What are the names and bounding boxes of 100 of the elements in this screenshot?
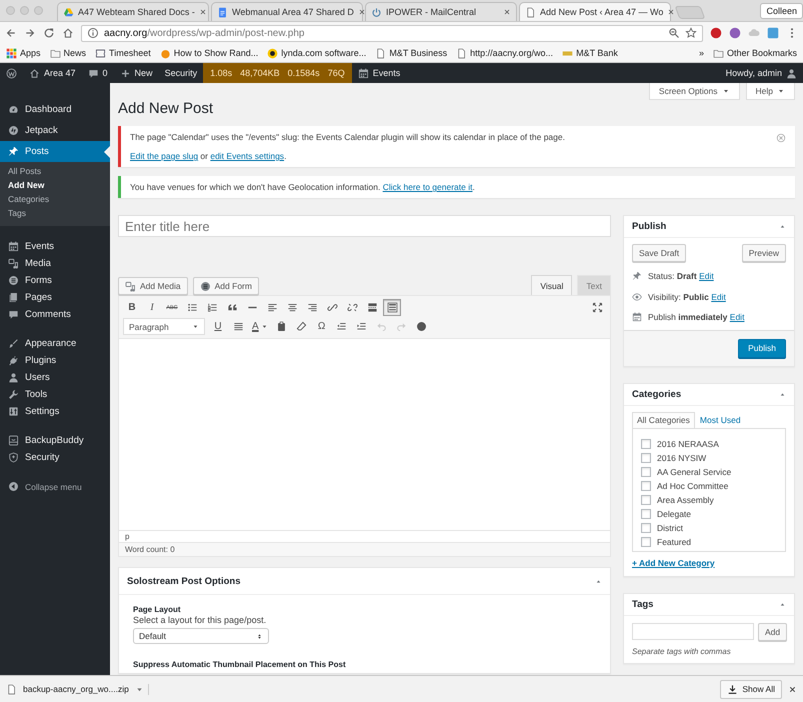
checkbox[interactable]	[641, 452, 651, 462]
plus-icon	[120, 68, 131, 78]
bookmark[interactable]: How to Show Rand...	[160, 48, 258, 58]
category-label: AA General Service	[657, 466, 732, 476]
checkbox[interactable]	[641, 466, 651, 476]
notice-link[interactable]: edit Events settings	[210, 151, 284, 161]
save-draft-button[interactable]: Save Draft	[632, 244, 686, 262]
edit-link[interactable]: Edit	[699, 271, 714, 282]
ticket-icon	[95, 48, 106, 58]
add-category-link[interactable]: + Add New Category	[632, 558, 715, 568]
menu-item[interactable]: Plugins	[0, 352, 110, 369]
category-tab[interactable]: Most Used	[694, 412, 746, 428]
screen-options-button[interactable]: Screen Options	[648, 83, 740, 100]
bookmark[interactable]: M&T Bank	[562, 48, 618, 58]
edit-link[interactable]: Edit	[730, 312, 744, 322]
bookmarks-overflow[interactable]: »	[698, 48, 704, 58]
submenu-item[interactable]: Add New	[0, 178, 110, 192]
collapse-arrow-icon	[779, 600, 786, 608]
browser-tab[interactable]: Webmanual Area 47 Shared D	[211, 2, 363, 21]
comments-link[interactable]: 0	[82, 63, 114, 83]
menu-item[interactable]: Appearance	[0, 335, 110, 352]
help-button[interactable]: Help	[746, 83, 795, 100]
media-button[interactable]: Add Form	[192, 277, 259, 295]
charmap-button[interactable]: Ω	[312, 318, 331, 335]
submenu-item[interactable]: All Posts	[0, 164, 110, 178]
bookmark[interactable]: lynda.com software...	[267, 48, 366, 58]
outdent-icon	[336, 321, 348, 332]
hint-text: Separate tags with commas	[632, 646, 732, 656]
toggle-button[interactable]	[383, 299, 401, 316]
account-link[interactable]: Howdy, admin	[720, 63, 803, 83]
format-dropdown[interactable]: Paragraph	[123, 318, 205, 335]
text-color-button[interactable]: A	[249, 318, 271, 335]
new-link[interactable]: New	[114, 63, 159, 83]
paste-icon	[276, 321, 288, 332]
events-link[interactable]: Events	[352, 63, 406, 83]
site-link[interactable]: Area 47	[23, 63, 82, 83]
bold-button[interactable]: B	[123, 299, 141, 316]
profile-button[interactable]: Colleen	[760, 2, 803, 18]
menu-item[interactable]: Settings	[0, 403, 110, 420]
menu-item[interactable]: BackupBuddy	[0, 432, 110, 449]
menu-item[interactable]: Forms	[0, 272, 110, 289]
apps-grid-icon	[6, 48, 17, 58]
site-icon	[160, 48, 171, 58]
menu-item[interactable]: Media	[0, 255, 110, 272]
menu-item[interactable]: Comments	[0, 306, 110, 323]
power-icon	[371, 6, 382, 18]
bookmark[interactable]: http://aacny.org/wo...	[456, 48, 554, 58]
checkbox[interactable]	[641, 438, 651, 448]
close-icon	[788, 684, 797, 694]
browser-tab[interactable]: Add New Post ‹ Area 47 — Wo	[519, 2, 671, 21]
checkbox[interactable]	[641, 480, 651, 490]
bookmark[interactable]: News	[50, 48, 86, 58]
edit-link[interactable]: Edit	[711, 292, 726, 302]
download-file-name[interactable]: backup-aacny_org_wo....zip	[23, 684, 129, 694]
numbers-icon	[206, 302, 218, 313]
submenu-item[interactable]: Tags	[0, 206, 110, 220]
italic-button[interactable]: I	[143, 299, 161, 316]
media-icon	[8, 258, 19, 269]
menu-item[interactable]: Jetpack	[0, 120, 110, 141]
editor-tab[interactable]: Visual	[531, 275, 572, 295]
menu-item[interactable]: Events	[0, 238, 110, 255]
justify-icon	[232, 321, 244, 332]
security-link[interactable]: Security	[158, 63, 204, 83]
preview-button[interactable]: Preview	[742, 244, 786, 262]
bookmark[interactable]: Timesheet	[95, 48, 151, 58]
collapse-arrow-icon	[779, 390, 786, 398]
bookmark[interactable]: Apps	[6, 48, 41, 58]
category-label: 2016 NYSIW	[657, 452, 706, 462]
menu-item[interactable]: Security	[0, 449, 110, 466]
checkbox[interactable]	[641, 494, 651, 504]
notice-link[interactable]: Click here to generate it	[382, 182, 472, 192]
stat-value: 0.1584s	[288, 68, 320, 78]
underline-button[interactable]: U	[209, 318, 227, 335]
menu-item[interactable]: Tools	[0, 386, 110, 403]
layout-select[interactable]: Default	[133, 628, 269, 644]
checkbox[interactable]	[641, 508, 651, 518]
media-button[interactable]: Add Media	[118, 277, 188, 295]
category-tab[interactable]: All Categories	[632, 412, 695, 428]
menu-item[interactable]: Pages	[0, 289, 110, 306]
browser-tab[interactable]: IPOWER - MailCentral	[365, 2, 517, 21]
field-label: Page Layout	[133, 605, 182, 614]
browser-tab[interactable]: A47 Webteam Shared Docs -	[57, 2, 209, 21]
submenu-item[interactable]: Categories	[0, 192, 110, 206]
bookmark[interactable]: Other Bookmarks	[712, 48, 797, 58]
address-field[interactable]: aacny.org/wordpress/wp-admin/post-new.php	[81, 24, 703, 42]
title-field[interactable]: Enter title here	[118, 215, 611, 237]
checkbox[interactable]	[641, 536, 651, 546]
updown-arrows-icon	[256, 632, 263, 640]
menu-item[interactable]: Users	[0, 369, 110, 386]
show-all-button[interactable]: Show All	[720, 680, 782, 698]
checkbox[interactable]	[641, 522, 651, 532]
notice-link[interactable]: Edit the page slug	[130, 151, 198, 161]
add-tag-button[interactable]: Add	[758, 622, 788, 640]
align-left-icon	[266, 302, 278, 313]
bookmark[interactable]: M&T Business	[375, 48, 448, 58]
menu-item[interactable]: Posts	[0, 141, 110, 162]
menu-item[interactable]: Dashboard	[0, 99, 110, 120]
collapse-menu-button[interactable]: Collapse menu	[0, 478, 110, 495]
publish-button[interactable]: Publish	[738, 338, 786, 358]
tag-input[interactable]	[632, 622, 754, 640]
